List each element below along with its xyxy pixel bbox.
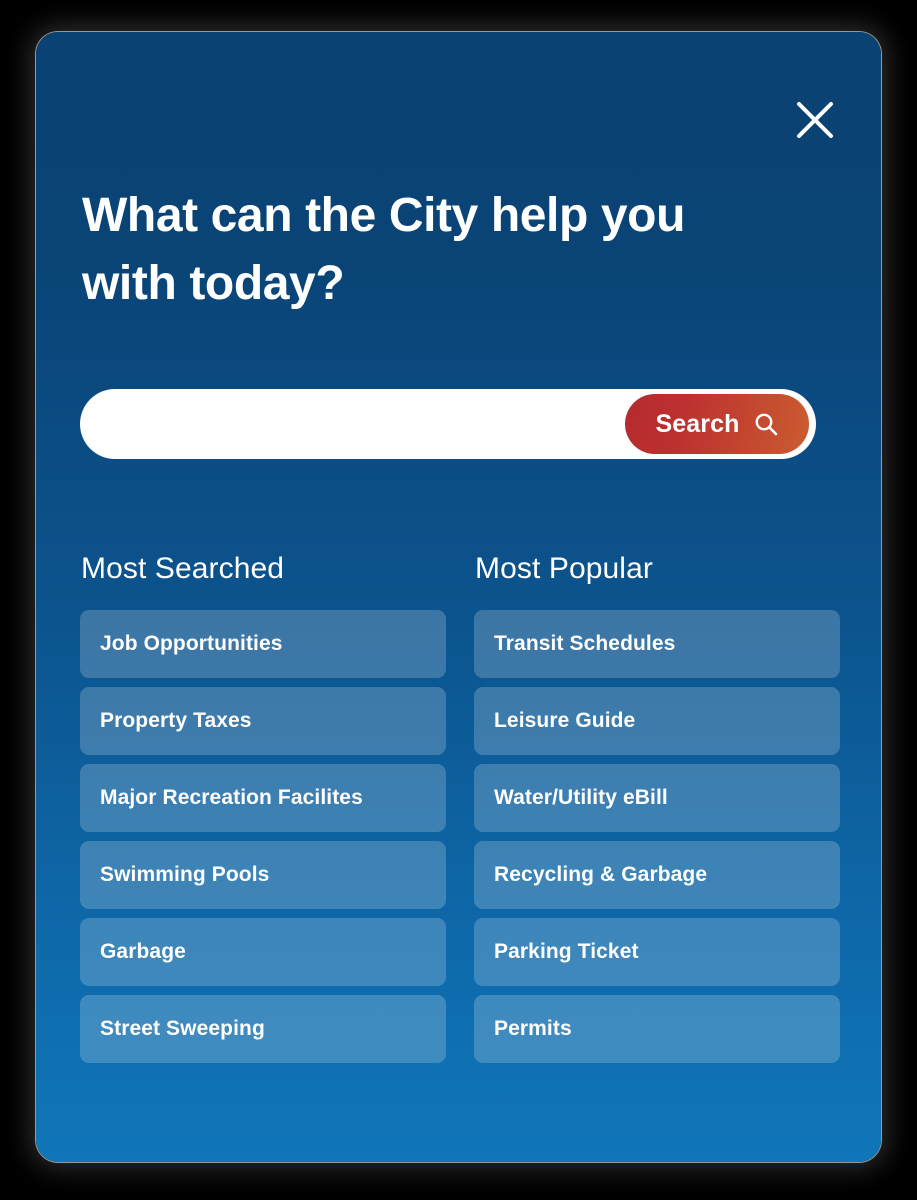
column-most-searched: Most Searched Job Opportunities Property… [80, 552, 446, 1072]
list-item[interactable]: Property Taxes [80, 687, 446, 755]
page-title: What can the City help you with today? [82, 189, 685, 311]
list-item[interactable]: Permits [474, 995, 840, 1063]
list-item[interactable]: Major Recreation Facilites [80, 764, 446, 832]
list-item[interactable]: Street Sweeping [80, 995, 446, 1063]
search-button[interactable]: Search [625, 394, 809, 454]
search-overlay-modal: What can the City help you with today? S… [36, 32, 881, 1162]
list-item[interactable]: Garbage [80, 918, 446, 986]
list-item[interactable]: Water/Utility eBill [474, 764, 840, 832]
list-item[interactable]: Job Opportunities [80, 610, 446, 678]
close-button[interactable] [787, 92, 843, 148]
close-icon [794, 99, 836, 141]
search-input[interactable] [108, 396, 625, 452]
list-item[interactable]: Recycling & Garbage [474, 841, 840, 909]
search-icon [753, 411, 779, 437]
page-backdrop: What can the City help you with today? S… [0, 0, 917, 1200]
list-item[interactable]: Parking Ticket [474, 918, 840, 986]
search-button-label: Search [655, 409, 740, 438]
column-most-popular: Most Popular Transit Schedules Leisure G… [474, 552, 840, 1072]
list-item[interactable]: Transit Schedules [474, 610, 840, 678]
list-item[interactable]: Leisure Guide [474, 687, 840, 755]
column-title: Most Popular [475, 552, 653, 585]
column-title: Most Searched [81, 552, 285, 585]
list-item[interactable]: Swimming Pools [80, 841, 446, 909]
quick-links-columns: Most Searched Job Opportunities Property… [80, 552, 840, 1072]
search-bar: Search [80, 389, 816, 459]
